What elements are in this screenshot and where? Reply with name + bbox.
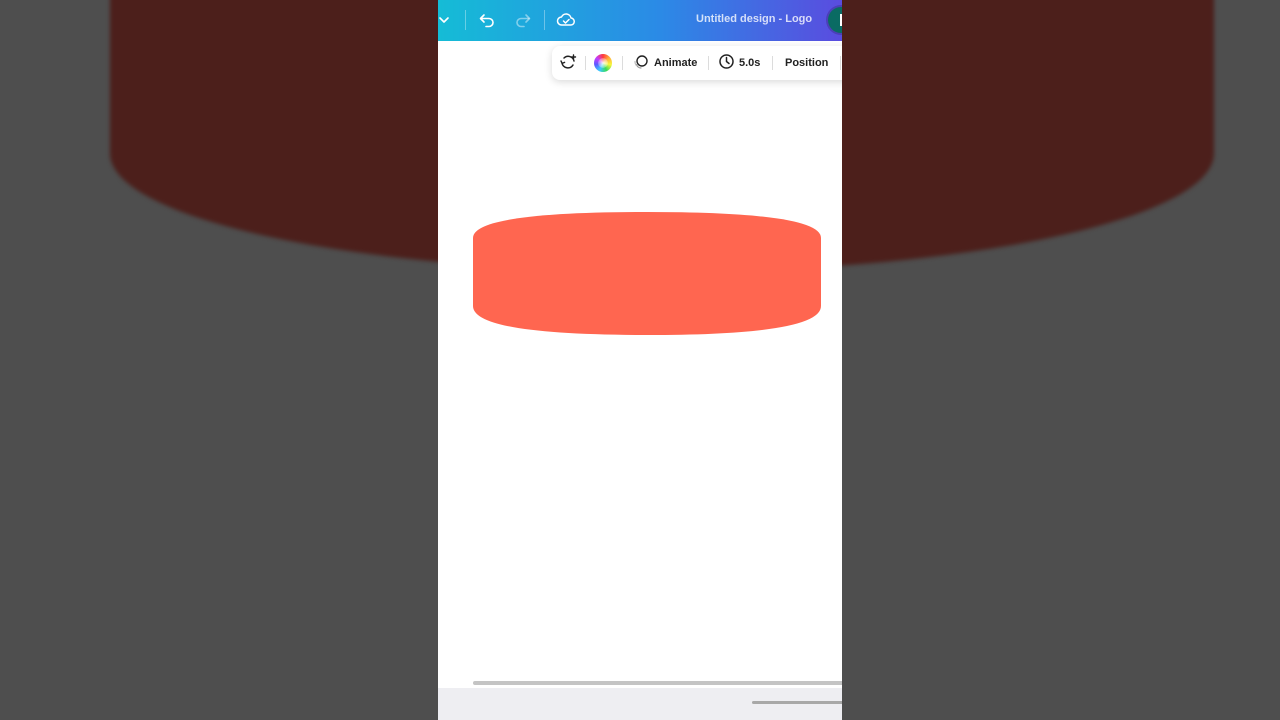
document-title[interactable]: Untitled design - Logo: [696, 13, 812, 25]
chevron-down-icon[interactable]: [438, 10, 454, 30]
duration-label: 5.0s: [739, 57, 761, 69]
toolbar-divider: [840, 56, 841, 70]
cylinder-shape-body: [473, 212, 821, 335]
undo-icon[interactable]: [477, 10, 497, 30]
editor-viewport: Untitled design - Logo Animate 5.0s Posi…: [438, 0, 842, 720]
toolbar-divider: [772, 56, 773, 70]
animate-label: Animate: [654, 57, 698, 69]
element-context-toolbar: Animate 5.0s Position: [552, 46, 842, 80]
replace-button[interactable]: [558, 46, 578, 80]
duration-button[interactable]: 5.0s: [718, 46, 760, 80]
top-bar: Untitled design - Logo: [438, 0, 842, 41]
bottom-bar: [438, 688, 842, 720]
position-button[interactable]: Position: [785, 46, 828, 80]
toolbar-divider: [544, 10, 545, 30]
color-wheel-icon: [594, 54, 612, 72]
screen: Untitled design - Logo Animate 5.0s Posi…: [0, 0, 1280, 720]
color-button[interactable]: [594, 46, 612, 80]
clock-icon: [718, 53, 735, 73]
position-label: Position: [785, 57, 829, 69]
avatar[interactable]: [828, 7, 842, 33]
avatar-initial-mark: [840, 14, 842, 26]
animate-icon: [632, 53, 650, 74]
replace-icon: [558, 52, 578, 75]
toolbar-divider: [622, 56, 623, 70]
cloud-check-icon[interactable]: [556, 10, 576, 30]
animate-button[interactable]: Animate: [632, 46, 697, 80]
redo-icon[interactable]: [513, 10, 533, 30]
horizontal-scrollbar[interactable]: [473, 681, 842, 685]
toolbar-divider: [708, 56, 709, 70]
cylinder-shape[interactable]: [473, 212, 821, 335]
toolbar-divider: [585, 56, 586, 70]
home-indicator[interactable]: [752, 701, 842, 704]
toolbar-divider: [465, 10, 466, 30]
